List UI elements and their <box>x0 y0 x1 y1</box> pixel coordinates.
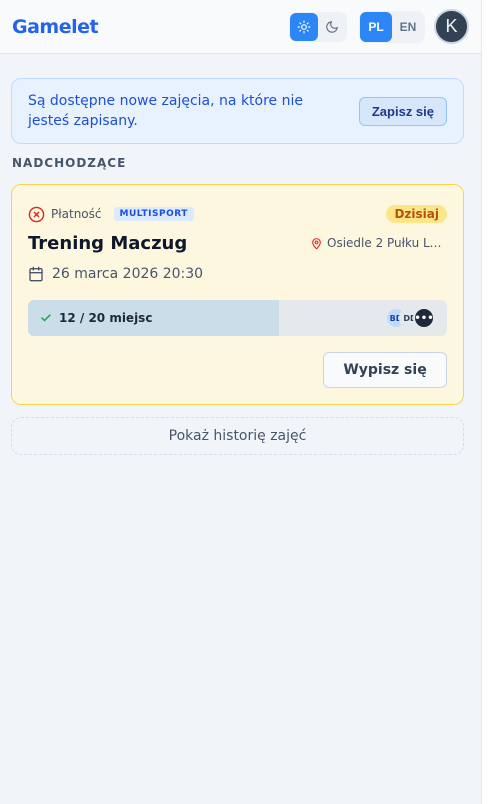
capacity-bar: 12 / 20 miejsc BD DD ••• <box>28 300 447 336</box>
brand-logo[interactable]: Gamelet <box>12 16 99 38</box>
participants-avatars[interactable]: BD DD ••• <box>385 307 435 329</box>
theme-switcher <box>289 11 347 42</box>
lang-pl-button[interactable]: PL <box>360 11 392 42</box>
event-card: Płatność MULTISPORT Dzisiaj Trening Macz… <box>11 184 464 405</box>
header-controls: PL EN K <box>289 9 469 44</box>
app-root: Gamelet PL EN K Są dostępne nowe zajęcia… <box>0 0 482 804</box>
check-icon <box>41 314 51 322</box>
theme-dark-button[interactable] <box>318 13 346 41</box>
event-title: Trening Maczug <box>28 233 188 254</box>
capacity-text: 12 / 20 miejsc <box>59 311 153 325</box>
event-location-text: Osiedle 2 Pułku Lotnictwa <box>327 236 447 250</box>
multisport-tag: MULTISPORT <box>113 207 194 221</box>
payment-status-label: Płatność <box>51 207 102 221</box>
today-badge: Dzisiaj <box>386 205 447 223</box>
user-avatar[interactable]: K <box>434 9 469 44</box>
event-date-text: 26 marca 2026 20:30 <box>52 266 204 282</box>
event-meta-row: Płatność MULTISPORT Dzisiaj <box>28 205 447 223</box>
event-date: 26 marca 2026 20:30 <box>28 266 203 282</box>
moon-icon <box>326 20 338 33</box>
enroll-button[interactable]: Zapisz się <box>358 96 447 126</box>
map-pin-icon <box>312 237 321 249</box>
event-location[interactable]: Osiedle 2 Pułku Lotnictwa <box>310 236 447 250</box>
language-switcher: PL EN <box>359 10 425 43</box>
show-history-button[interactable]: Pokaż historię zajęć <box>11 417 464 455</box>
upcoming-section-heading: NADCHODZĄCE <box>12 156 127 170</box>
lang-en-button[interactable]: EN <box>392 12 424 42</box>
capacity-label: 12 / 20 miejsc <box>40 300 152 336</box>
scrollbar-track[interactable] <box>482 0 494 804</box>
top-bar: Gamelet PL EN K <box>0 0 481 54</box>
new-classes-banner: Są dostępne nowe zajęcia, na które nie j… <box>11 78 464 144</box>
banner-message: Są dostępne nowe zajęcia, na które nie j… <box>28 93 303 129</box>
sun-icon <box>297 20 311 33</box>
leave-button[interactable]: Wypisz się <box>323 352 447 388</box>
more-participants-avatar[interactable]: ••• <box>413 307 435 329</box>
calendar-icon <box>29 266 43 282</box>
theme-light-button[interactable] <box>290 12 318 41</box>
x-circle-icon <box>28 206 45 223</box>
